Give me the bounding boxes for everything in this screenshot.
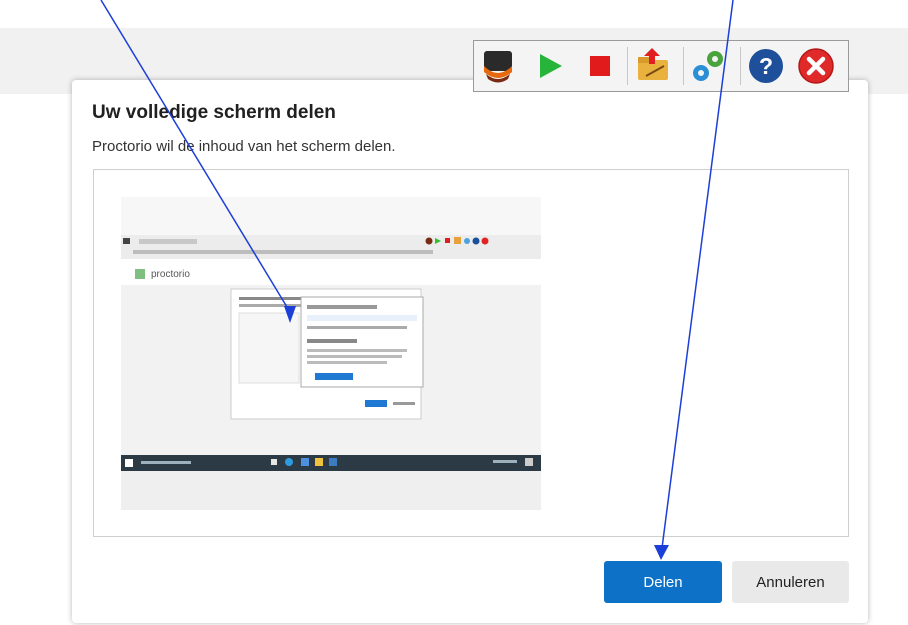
close-icon[interactable] bbox=[796, 46, 836, 86]
help-icon[interactable]: ? bbox=[746, 46, 786, 86]
dialog-title: Uw volledige scherm delen bbox=[92, 102, 336, 123]
webcam-icon[interactable] bbox=[478, 46, 518, 86]
share-button[interactable]: Delen bbox=[604, 561, 722, 603]
svg-text:?: ? bbox=[759, 53, 773, 79]
screen-thumbnail-image: proctorio bbox=[121, 197, 541, 510]
settings-gears-icon[interactable] bbox=[688, 46, 728, 86]
screen-preview-option[interactable]: proctorio bbox=[93, 169, 849, 537]
toolbar-separator bbox=[683, 47, 684, 85]
folder-upload-icon[interactable] bbox=[634, 46, 674, 86]
toolbar-separator bbox=[740, 47, 741, 85]
dialog-subtitle: Proctorio wil de inhoud van het scherm d… bbox=[92, 138, 396, 155]
preview-logo-text: proctorio bbox=[151, 269, 190, 280]
screen-thumbnail[interactable]: proctorio bbox=[121, 197, 541, 510]
play-icon[interactable] bbox=[530, 46, 570, 86]
stop-icon[interactable] bbox=[580, 46, 620, 86]
proctorio-toolbar: ? bbox=[473, 40, 849, 92]
share-screen-dialog: Uw volledige scherm delen Proctorio wil … bbox=[72, 80, 868, 623]
toolbar-separator bbox=[627, 47, 628, 85]
cancel-button[interactable]: Annuleren bbox=[732, 561, 849, 603]
